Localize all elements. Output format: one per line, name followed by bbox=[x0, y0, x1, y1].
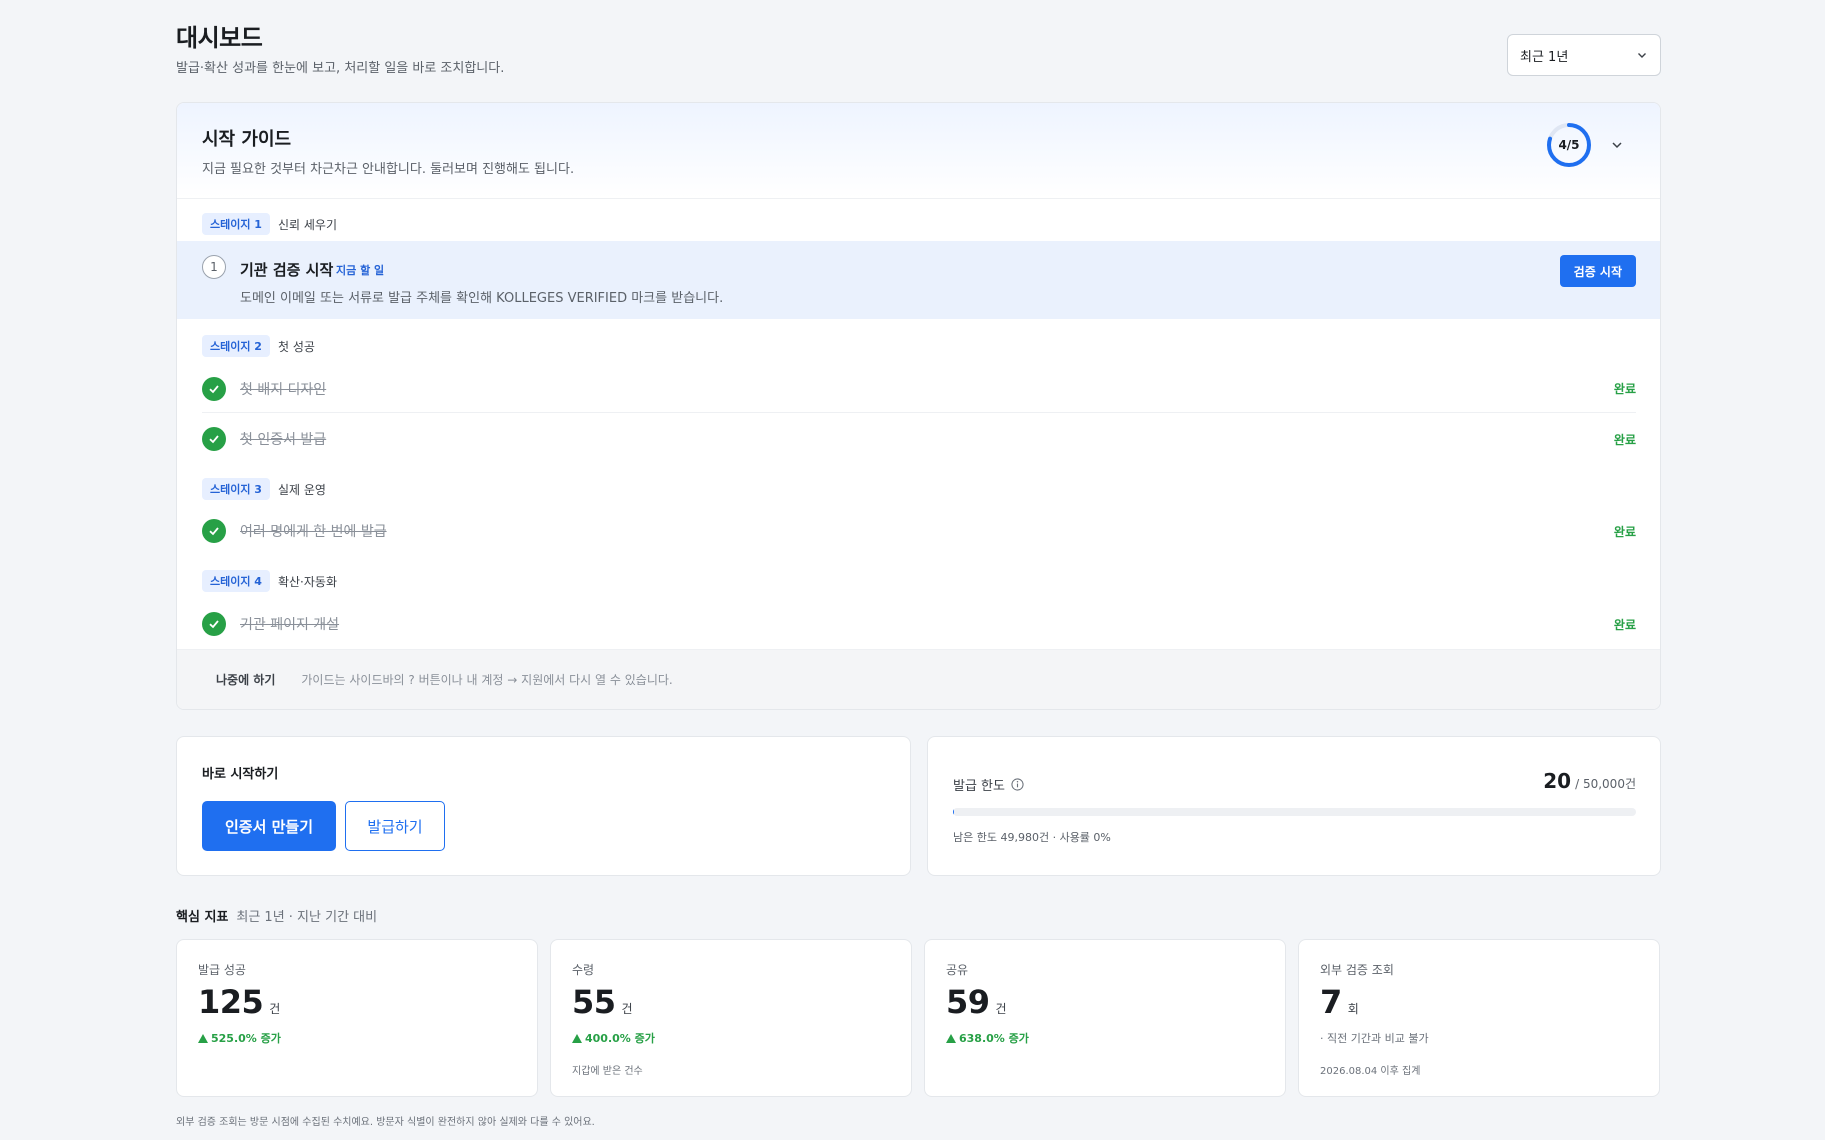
stage-name: 신뢰 세우기 bbox=[277, 217, 337, 232]
metric-unit: 회 bbox=[1347, 1002, 1359, 1016]
done-task-title: 여러 명에게 한 번에 발급 bbox=[240, 524, 387, 540]
done-task-row[interactable]: 여러 명에게 한 번에 발급 완료 bbox=[202, 507, 1636, 555]
metric-label: 외부 검증 조회 bbox=[1320, 963, 1394, 977]
collapse-chevron-icon[interactable] bbox=[1609, 137, 1625, 153]
stage-2-header: 스테이지 2 첫 성공 bbox=[202, 335, 315, 357]
done-status: 완료 bbox=[1613, 524, 1636, 539]
page-subtitle: 발급·확산 성과를 한눈에 보고, 처리할 일을 바로 조치합니다. bbox=[176, 61, 505, 76]
metric-delta-text: 400.0% 증가 bbox=[585, 1032, 655, 1045]
metric-label: 수령 bbox=[572, 963, 595, 977]
limit-progress-bar bbox=[953, 808, 1636, 816]
metric-value: 59 bbox=[946, 983, 990, 1021]
step-number: 1 bbox=[202, 255, 226, 279]
metric-value: 125 bbox=[198, 983, 264, 1021]
metric-card-shared: 공유 59 건 638.0% 증가 bbox=[924, 939, 1286, 1097]
metric-value: 7 bbox=[1320, 983, 1342, 1021]
triangle-up-icon bbox=[946, 1033, 956, 1043]
triangle-up-icon bbox=[198, 1033, 208, 1043]
check-icon bbox=[202, 612, 226, 636]
check-icon bbox=[202, 427, 226, 451]
issue-limit-card: 발급 한도 20 / 50,000건 남은 한도 49,980건 · 사용률 0… bbox=[927, 736, 1661, 876]
progress-text: 4/5 bbox=[1558, 138, 1580, 152]
metric-unit: 건 bbox=[995, 1002, 1007, 1016]
metric-note: 지갑에 받은 건수 bbox=[572, 1066, 643, 1077]
triangle-up-icon bbox=[572, 1033, 582, 1043]
stage-badge: 스테이지 1 bbox=[202, 213, 270, 235]
metrics-title: 핵심 지표 bbox=[176, 910, 229, 925]
metric-delta: 400.0% 증가 bbox=[572, 1030, 655, 1046]
guide-header: 시작 가이드 지금 필요한 것부터 차근차근 안내합니다. 둘러보며 진행해도 … bbox=[177, 103, 1660, 199]
issue-button[interactable]: 발급하기 bbox=[345, 801, 445, 851]
metric-card-issued: 발급 성공 125 건 525.0% 증가 bbox=[176, 939, 538, 1097]
limit-total: / 50,000건 bbox=[1575, 777, 1636, 791]
done-status: 완료 bbox=[1613, 617, 1636, 632]
active-task-row: 1 기관 검증 시작 지금 할 일 도메인 이메일 또는 서류로 발급 주체를 … bbox=[177, 241, 1660, 319]
metric-label: 공유 bbox=[946, 963, 969, 977]
metric-unit: 건 bbox=[269, 1002, 281, 1016]
limit-value: 20 / 50,000건 bbox=[1543, 769, 1636, 793]
stage-1-header: 스테이지 1 신뢰 세우기 bbox=[202, 213, 337, 235]
metric-delta-text: 525.0% 증가 bbox=[211, 1032, 281, 1045]
guide-title: 시작 가이드 bbox=[202, 129, 292, 150]
metrics-subtitle: 최근 1년 · 지난 기간 대비 bbox=[236, 910, 378, 925]
done-task-row[interactable]: 첫 배지 디자인 완료 bbox=[202, 365, 1636, 413]
quick-start-title: 바로 시작하기 bbox=[202, 767, 279, 782]
stage-badge: 스테이지 3 bbox=[202, 478, 270, 500]
guide-footer-hint: 가이드는 사이드바의 ? 버튼이나 내 계정 → 지원에서 다시 열 수 있습니… bbox=[301, 673, 673, 687]
done-task-title: 기관 페이지 개설 bbox=[240, 617, 340, 633]
info-icon[interactable] bbox=[1011, 778, 1024, 791]
metric-value-row: 55 건 bbox=[572, 983, 633, 1021]
chevron-down-icon bbox=[1638, 53, 1646, 58]
stage-badge: 스테이지 4 bbox=[202, 570, 270, 592]
period-select-value: 최근 1년 bbox=[1520, 49, 1569, 65]
done-task-row[interactable]: 기관 페이지 개설 완료 bbox=[202, 600, 1636, 648]
metric-note: 2026.08.04 이후 집계 bbox=[1320, 1066, 1421, 1077]
done-task-title: 첫 인증서 발급 bbox=[240, 432, 327, 448]
metric-delta: 525.0% 증가 bbox=[198, 1030, 281, 1046]
active-task-title: 기관 검증 시작 bbox=[240, 261, 334, 279]
later-button[interactable]: 나중에 하기 bbox=[202, 664, 289, 696]
metric-value-row: 59 건 bbox=[946, 983, 1007, 1021]
limit-title: 발급 한도 bbox=[953, 779, 1005, 794]
stage-3-header: 스테이지 3 실제 운영 bbox=[202, 478, 326, 500]
guide-subtitle: 지금 필요한 것부터 차근차근 안내합니다. 둘러보며 진행해도 됩니다. bbox=[202, 162, 575, 177]
done-status: 완료 bbox=[1613, 432, 1636, 447]
create-certificate-button[interactable]: 인증서 만들기 bbox=[202, 801, 336, 851]
active-task-desc: 도메인 이메일 또는 서류로 발급 주체를 확인해 KOLLEGES VERIF… bbox=[240, 291, 724, 306]
check-icon bbox=[202, 376, 226, 401]
metric-value-row: 7 회 bbox=[1320, 983, 1359, 1021]
stage-badge: 스테이지 2 bbox=[202, 335, 270, 357]
quick-start-card: 바로 시작하기 인증서 만들기 발급하기 bbox=[176, 736, 911, 876]
limit-note: 남은 한도 49,980건 · 사용률 0% bbox=[953, 831, 1111, 844]
metric-card-verification: 외부 검증 조회 7 회 · 직전 기간과 비교 불가 2026.08.04 이… bbox=[1298, 939, 1660, 1097]
limit-used: 20 bbox=[1543, 769, 1572, 793]
done-task-row[interactable]: 첫 인증서 발급 완료 bbox=[202, 415, 1636, 463]
done-status: 완료 bbox=[1613, 382, 1636, 396]
metric-unit: 건 bbox=[621, 1002, 633, 1016]
metrics-header: 핵심 지표 최근 1년 · 지난 기간 대비 bbox=[176, 906, 377, 925]
metric-delta-text: 638.0% 증가 bbox=[959, 1032, 1029, 1045]
metric-delta-text: · 직전 기간과 비교 불가 bbox=[1320, 1032, 1429, 1045]
metric-label: 발급 성공 bbox=[198, 963, 246, 977]
done-task-title: 첫 배지 디자인 bbox=[240, 381, 327, 398]
metrics-footnote: 외부 검증 조회는 방문 시점에 수집된 수치예요. 방문자 식별이 완전하지 … bbox=[176, 1117, 595, 1128]
page-title: 대시보드 bbox=[176, 24, 263, 52]
metric-delta: 638.0% 증가 bbox=[946, 1030, 1029, 1046]
limit-title-row: 발급 한도 bbox=[953, 775, 1024, 794]
stage-name: 실제 운영 bbox=[277, 482, 326, 497]
metric-value-row: 125 건 bbox=[198, 983, 280, 1021]
now-tag: 지금 할 일 bbox=[336, 264, 385, 277]
verify-start-button[interactable]: 검증 시작 bbox=[1559, 255, 1636, 287]
metric-delta: · 직전 기간과 비교 불가 bbox=[1320, 1030, 1429, 1046]
check-icon bbox=[202, 519, 226, 543]
stage-name: 확산·자동화 bbox=[277, 574, 337, 589]
start-guide-card: 시작 가이드 지금 필요한 것부터 차근차근 안내합니다. 둘러보며 진행해도 … bbox=[176, 102, 1661, 710]
period-select[interactable]: 최근 1년 bbox=[1507, 34, 1661, 76]
stage-name: 첫 성공 bbox=[277, 339, 315, 354]
stage-4-header: 스테이지 4 확산·자동화 bbox=[202, 570, 337, 592]
metric-value: 55 bbox=[572, 983, 616, 1021]
metric-card-received: 수령 55 건 400.0% 증가 지갑에 받은 건수 bbox=[550, 939, 912, 1097]
guide-footer: 나중에 하기 가이드는 사이드바의 ? 버튼이나 내 계정 → 지원에서 다시 … bbox=[177, 649, 1660, 709]
